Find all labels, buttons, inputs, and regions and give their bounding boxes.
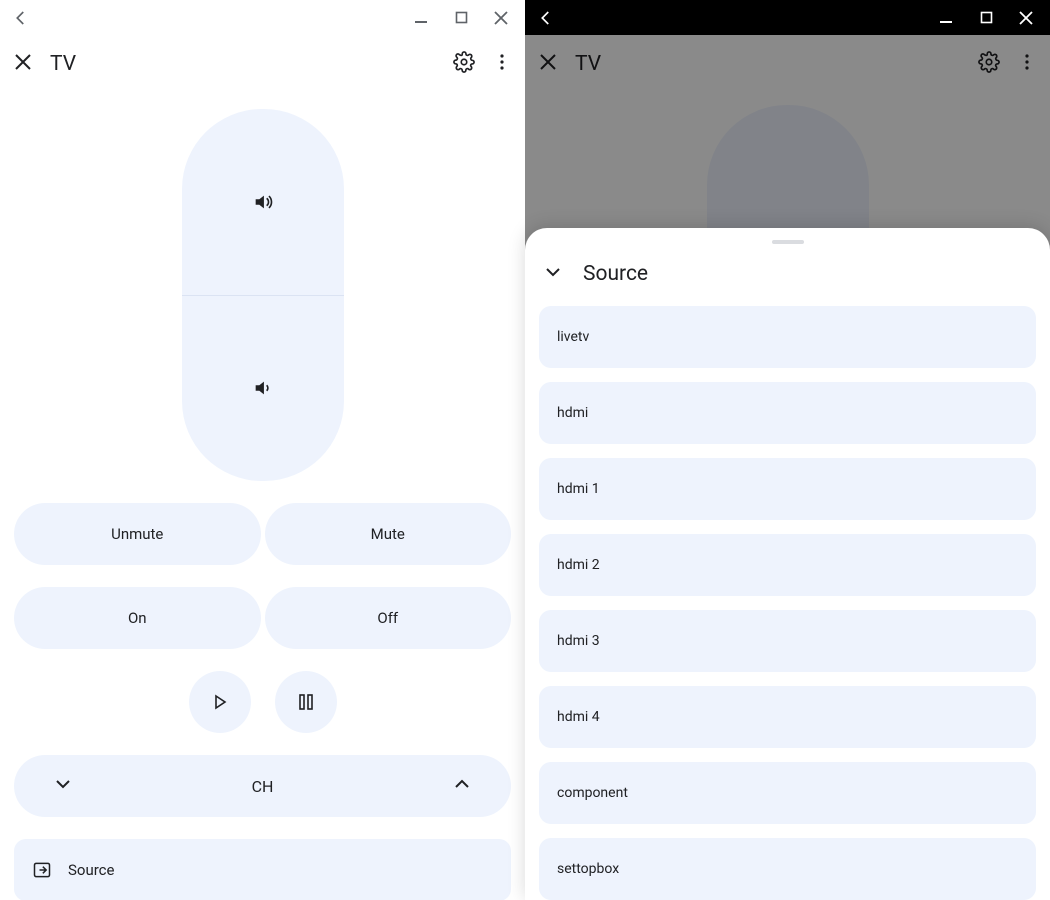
gear-icon bbox=[453, 51, 475, 73]
source-option[interactable]: hdmi 2 bbox=[539, 534, 1036, 596]
maximize-icon bbox=[980, 11, 993, 24]
mute-button[interactable]: Mute bbox=[265, 503, 512, 565]
source-button[interactable]: Source bbox=[14, 839, 511, 900]
channel-down-button[interactable] bbox=[54, 775, 72, 797]
close-icon bbox=[494, 11, 508, 25]
minimize-icon bbox=[414, 11, 428, 25]
window-close-button[interactable] bbox=[483, 3, 519, 33]
chevron-down-icon bbox=[543, 262, 563, 282]
arrow-left-icon bbox=[12, 9, 30, 27]
sheet-title: Source bbox=[583, 262, 648, 286]
app-title: TV bbox=[50, 52, 76, 76]
window-minimize-button[interactable] bbox=[403, 3, 439, 33]
power-on-button[interactable]: On bbox=[14, 587, 261, 649]
volume-up-icon bbox=[252, 191, 274, 213]
source-option[interactable]: hdmi 1 bbox=[539, 458, 1036, 520]
settings-button[interactable] bbox=[453, 51, 475, 77]
left-window: TV Unmute bbox=[0, 0, 525, 900]
channel-rocker: CH bbox=[14, 755, 511, 817]
more-vertical-icon bbox=[493, 53, 511, 71]
app-toolbar-left: TV bbox=[0, 35, 525, 93]
sheet-collapse-button[interactable] bbox=[543, 262, 563, 286]
power-off-button[interactable]: Off bbox=[265, 587, 512, 649]
chevron-up-icon bbox=[453, 775, 471, 793]
source-bottom-sheet: Source livetv hdmi hdmi 1 hdmi 2 hdmi 3 hdmi … bbox=[525, 228, 1050, 900]
channel-label: CH bbox=[252, 777, 274, 796]
volume-down-button[interactable] bbox=[182, 295, 344, 481]
source-label: Source bbox=[68, 861, 114, 879]
volume-rocker bbox=[182, 109, 344, 481]
chevron-down-icon bbox=[54, 775, 72, 793]
window-titlebar-left bbox=[0, 0, 525, 35]
source-option[interactable]: component bbox=[539, 762, 1036, 824]
close-icon bbox=[14, 53, 32, 71]
source-option[interactable]: hdmi 4 bbox=[539, 686, 1036, 748]
volume-up-button[interactable] bbox=[182, 109, 344, 295]
window-maximize-button[interactable] bbox=[968, 3, 1004, 33]
back-button[interactable] bbox=[6, 9, 36, 27]
volume-separator bbox=[182, 295, 344, 296]
play-button[interactable] bbox=[189, 671, 251, 733]
play-icon bbox=[212, 694, 228, 710]
minimize-icon bbox=[939, 11, 953, 25]
arrow-left-icon bbox=[537, 9, 555, 27]
channel-up-button[interactable] bbox=[453, 775, 471, 797]
volume-down-icon bbox=[252, 377, 274, 399]
right-window: TV bbox=[525, 0, 1050, 900]
unmute-button[interactable]: Unmute bbox=[14, 503, 261, 565]
window-minimize-button[interactable] bbox=[928, 3, 964, 33]
source-option[interactable]: hdmi 3 bbox=[539, 610, 1036, 672]
remote-controls: Unmute Mute On Off CH bbox=[0, 93, 525, 900]
maximize-icon bbox=[455, 11, 468, 24]
source-option[interactable]: livetv bbox=[539, 306, 1036, 368]
window-close-button[interactable] bbox=[1008, 3, 1044, 33]
input-icon bbox=[32, 860, 52, 880]
window-titlebar-right bbox=[525, 0, 1050, 35]
back-button[interactable] bbox=[531, 9, 561, 27]
close-app-button[interactable] bbox=[14, 53, 32, 75]
source-option[interactable]: settopbox bbox=[539, 838, 1036, 900]
source-option[interactable]: hdmi bbox=[539, 382, 1036, 444]
sheet-drag-handle[interactable] bbox=[772, 240, 804, 244]
source-list: livetv hdmi hdmi 1 hdmi 2 hdmi 3 hdmi 4 compon… bbox=[539, 306, 1036, 900]
close-icon bbox=[1019, 11, 1033, 25]
pause-button[interactable] bbox=[275, 671, 337, 733]
overflow-menu-button[interactable] bbox=[493, 53, 511, 75]
window-maximize-button[interactable] bbox=[443, 3, 479, 33]
pause-icon bbox=[299, 694, 313, 710]
